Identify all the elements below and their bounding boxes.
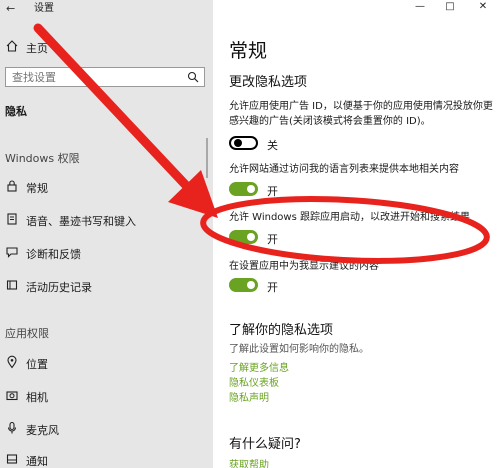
privacy-statement-link[interactable]: 隐私声明 xyxy=(229,389,269,404)
sidebar-item-label: 位置 xyxy=(26,358,48,371)
location-icon xyxy=(7,355,17,369)
notification-icon xyxy=(6,454,18,464)
lock-icon xyxy=(7,180,17,192)
search-input[interactable] xyxy=(6,68,182,86)
section-title: 隐私 xyxy=(5,105,27,118)
history-icon xyxy=(6,280,18,290)
window-controls: — □ ✕ xyxy=(390,0,500,16)
close-button[interactable]: ✕ xyxy=(473,0,493,16)
toggle-state-label: 关 xyxy=(267,139,278,152)
sidebar-item-camera[interactable]: 相机 xyxy=(0,385,213,407)
toggle-knob xyxy=(247,185,255,193)
toggle-state-label: 开 xyxy=(267,185,278,198)
learn-description: 了解此设置如何影响你的隐私。 xyxy=(229,344,369,355)
sidebar-item-label: 活动历史记录 xyxy=(26,281,92,294)
search-icon[interactable] xyxy=(187,71,199,83)
setting-description-language: 允许网站通过访问我的语言列表来提供本地相关内容 xyxy=(229,164,459,175)
sidebar-item-label: 语音、墨迹书写和键入 xyxy=(26,215,136,228)
sidebar-item-home[interactable]: 主页 xyxy=(0,36,213,58)
group-label-windows: Windows 权限 xyxy=(5,152,80,165)
toggle-state-label: 开 xyxy=(267,281,278,294)
sidebar-item-activity-history[interactable]: 活动历史记录 xyxy=(0,275,213,297)
get-help-link[interactable]: 获取帮助 xyxy=(229,456,269,468)
sidebar-item-location[interactable]: 位置 xyxy=(0,352,213,374)
sidebar-item-notifications[interactable]: 通知 xyxy=(0,449,213,468)
privacy-dashboard-link[interactable]: 隐私仪表板 xyxy=(229,374,279,389)
home-icon xyxy=(6,40,18,52)
sidebar-item-label: 通知 xyxy=(26,455,48,468)
toggle-knob xyxy=(247,281,255,289)
sidebar-scrollbar[interactable] xyxy=(206,138,208,178)
sidebar-item-label: 相机 xyxy=(26,391,48,404)
toggle-language-list[interactable] xyxy=(229,182,258,196)
sidebar-item-label: 主页 xyxy=(26,42,48,55)
group-label-apps: 应用权限 xyxy=(5,327,49,340)
setting-description-ad-id: 允许应用使用广告 ID，以便基于你的应用使用情况投放你更感兴趣的广告(关闭该模式… xyxy=(229,101,493,127)
section-title-options: 更改隐私选项 xyxy=(229,75,308,90)
toggle-app-launch-tracking[interactable] xyxy=(229,230,258,244)
toggle-knob xyxy=(247,233,255,241)
search-field[interactable] xyxy=(5,67,205,87)
section-title-learn: 了解你的隐私选项 xyxy=(229,323,334,338)
sidebar: ← 设置 主页 隐私 Windows 权限 常规 语音、墨迹书写和键入 xyxy=(0,0,213,468)
sidebar-item-diagnostics[interactable]: 诊断和反馈 xyxy=(0,242,213,264)
section-title-questions: 有什么疑问? xyxy=(229,437,301,452)
sidebar-item-label: 常规 xyxy=(26,182,48,195)
settings-content: — □ ✕ 常规 更改隐私选项 允许应用使用广告 ID，以便基于你的应用使用情况… xyxy=(213,0,500,468)
notepad-icon xyxy=(7,213,17,225)
sidebar-item-label: 麦克风 xyxy=(26,424,59,437)
camera-icon xyxy=(6,391,18,401)
sidebar-item-general[interactable]: 常规 xyxy=(0,176,213,198)
sidebar-item-label: 诊断和反馈 xyxy=(26,248,81,261)
maximize-button[interactable]: □ xyxy=(440,0,460,16)
minimize-button[interactable]: — xyxy=(410,0,430,16)
toggle-knob xyxy=(234,139,242,147)
sidebar-item-speech[interactable]: 语音、墨迹书写和键入 xyxy=(0,209,213,231)
toggle-suggested-content[interactable] xyxy=(229,278,258,292)
toggle-ad-id[interactable] xyxy=(229,136,258,150)
learn-more-link[interactable]: 了解更多信息 xyxy=(229,359,289,374)
setting-description-suggested-content: 在设置应用中为我显示建议的内容 xyxy=(229,261,379,272)
back-arrow-icon[interactable]: ← xyxy=(6,2,20,16)
setting-description-app-launch: 允许 Windows 跟踪应用启动，以改进开始和搜索结果 xyxy=(229,212,470,223)
sidebar-item-microphone[interactable]: 麦克风 xyxy=(0,418,213,440)
window-title: 设置 xyxy=(34,3,54,14)
microphone-icon xyxy=(7,421,17,434)
toggle-state-label: 开 xyxy=(267,233,278,246)
page-title: 常规 xyxy=(229,40,268,62)
feedback-icon xyxy=(6,247,18,258)
